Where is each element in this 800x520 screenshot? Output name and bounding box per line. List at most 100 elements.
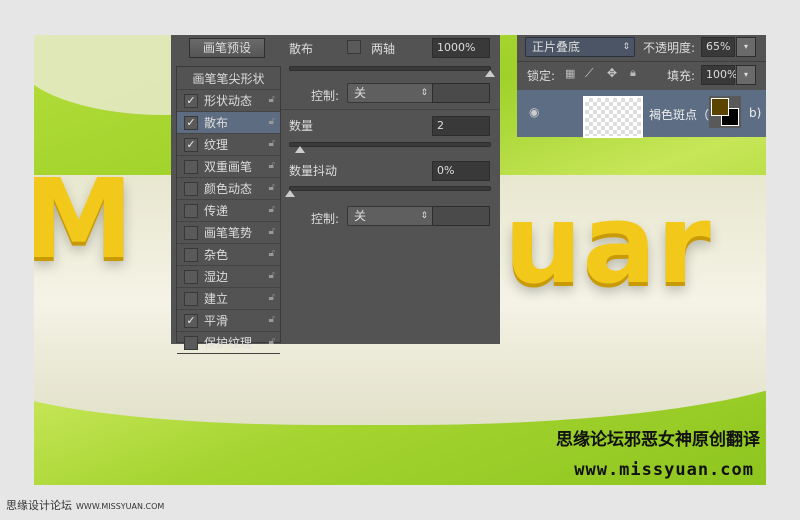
option-label: 杂色 xyxy=(204,248,229,262)
fill-dropdown-button[interactable]: ▾ xyxy=(736,65,756,85)
banana-letters-left: M xyxy=(34,155,134,283)
option-label: 湿边 xyxy=(204,270,229,284)
option-checkbox[interactable] xyxy=(184,225,198,240)
option-checkbox[interactable] xyxy=(184,181,198,196)
scatter-input[interactable]: 1000% xyxy=(432,38,490,58)
brush-option-item[interactable]: ✓ 平滑 🔓︎ xyxy=(177,310,280,332)
option-label: 形状动态 xyxy=(204,94,253,108)
lock-icon[interactable]: 🔓︎ xyxy=(269,314,275,325)
updown-icon: ⇕ xyxy=(420,211,428,221)
brush-option-item[interactable]: ✓ 纹理 🔓︎ xyxy=(177,134,280,156)
option-checkbox[interactable] xyxy=(184,247,198,262)
lock-icon[interactable]: 🔓︎ xyxy=(269,94,275,105)
control-label: 控制: xyxy=(311,89,340,103)
layers-panel: 正片叠底 ⇕ 不透明度: 65% ▾ 锁定: ▦ ⟋ ✥ 🔒︎ 填充: 100% … xyxy=(517,35,766,138)
control-select-value: 关 xyxy=(354,86,367,100)
lock-all-icon[interactable]: 🔒︎ xyxy=(630,66,636,80)
scatter-slider[interactable] xyxy=(289,66,495,77)
fill-label: 填充: xyxy=(667,69,696,83)
brush-tip-shape-item[interactable]: 画笔笔尖形状 xyxy=(177,67,280,90)
option-checkbox[interactable]: ✓ xyxy=(184,115,198,130)
option-checkbox[interactable] xyxy=(184,203,198,218)
control2-select[interactable]: 关 ⇕ xyxy=(347,206,433,226)
lock-label: 锁定: xyxy=(527,69,556,83)
brush-options-list: 画笔笔尖形状 ✓ 形状动态 🔓︎ ✓ 散布 🔓︎ ✓ 纹理 🔓︎ 双重画笔 🔓︎ 颜色动态 🔓︎ 传递 🔓︎… xyxy=(176,66,281,354)
option-checkbox[interactable] xyxy=(184,291,198,306)
control2-select-value: 关 xyxy=(354,209,367,223)
blend-mode-select[interactable]: 正片叠底 ⇕ xyxy=(525,37,635,57)
watermark-url: www.missyuan.com xyxy=(574,460,754,480)
count-slider[interactable] xyxy=(289,142,491,153)
brush-option-item[interactable]: 颜色动态 🔓︎ xyxy=(177,178,280,200)
lock-transparent-icon[interactable]: ▦ xyxy=(565,67,575,80)
lock-icon[interactable]: 🔓︎ xyxy=(269,248,275,259)
lock-paint-brush-icon[interactable]: ⟋ xyxy=(585,66,593,81)
option-checkbox[interactable]: ✓ xyxy=(184,93,198,108)
visibility-eye-icon[interactable]: ◉ xyxy=(529,105,539,119)
footer: 思缘设计论坛 WWW.MISSYUAN.COM xyxy=(6,497,164,513)
opacity-label: 不透明度: xyxy=(643,41,696,55)
watermark-title: 思缘论坛邪恶女神原创翻译 xyxy=(556,430,760,450)
layer-name-suffix: b) xyxy=(749,106,762,120)
brush-option-item[interactable]: 建立 🔓︎ xyxy=(177,288,280,310)
opacity-dropdown-button[interactable]: ▾ xyxy=(736,37,756,57)
divider xyxy=(281,109,500,110)
brush-preset-button[interactable]: 画笔预设 xyxy=(189,38,265,58)
option-checkbox[interactable] xyxy=(184,335,198,350)
brush-option-item[interactable]: ✓ 形状动态 🔓︎ xyxy=(177,90,280,112)
banana-letters-right: uar xyxy=(504,180,711,308)
lock-icon[interactable]: 🔓︎ xyxy=(269,270,275,281)
option-checkbox[interactable]: ✓ xyxy=(184,137,198,152)
lock-icon[interactable]: 🔓︎ xyxy=(269,292,275,303)
lock-icon[interactable]: 🔓︎ xyxy=(269,204,275,215)
count-label: 数量 xyxy=(289,119,314,133)
control2-label: 控制: xyxy=(311,212,340,226)
brush-option-item[interactable]: ✓ 散布 🔓︎ xyxy=(177,112,280,134)
count-input[interactable]: 2 xyxy=(432,116,490,136)
brush-option-item[interactable]: 湿边 🔓︎ xyxy=(177,266,280,288)
footer-site: 思缘设计论坛 xyxy=(6,499,72,512)
scatter-slider-thumb[interactable] xyxy=(485,70,495,77)
option-label: 纹理 xyxy=(204,138,229,152)
brush-panel: 画笔预设 画笔笔尖形状 ✓ 形状动态 🔓︎ ✓ 散布 🔓︎ ✓ 纹理 🔓︎ 双重画笔 🔓︎ 颜色动态 🔓… xyxy=(171,35,500,354)
scatter-label: 散布 xyxy=(289,42,314,56)
option-label: 传递 xyxy=(204,204,229,218)
layer-row[interactable]: ◉ 褐色斑点（： b) xyxy=(517,90,766,138)
option-label: 颜色动态 xyxy=(204,182,253,196)
lock-icon[interactable]: 🔓︎ xyxy=(269,138,275,149)
lock-icon[interactable]: 🔓︎ xyxy=(269,160,275,171)
lock-icon[interactable]: 🔓︎ xyxy=(269,182,275,193)
option-checkbox[interactable]: ✓ xyxy=(184,313,198,328)
control-value-box xyxy=(432,83,490,103)
option-label: 保护纹理 xyxy=(204,336,253,350)
count-slider-thumb[interactable] xyxy=(295,146,305,153)
both-axes-checkbox[interactable] xyxy=(347,40,361,54)
control-select[interactable]: 关 ⇕ xyxy=(347,83,433,103)
brush-option-item[interactable]: 杂色 🔓︎ xyxy=(177,244,280,266)
brush-option-item[interactable]: 双重画笔 🔓︎ xyxy=(177,156,280,178)
brush-option-item[interactable]: 保护纹理 🔓︎ xyxy=(177,332,280,354)
lock-icon[interactable]: 🔓︎ xyxy=(269,116,275,127)
count-jitter-slider-thumb[interactable] xyxy=(285,190,295,197)
count-jitter-slider[interactable] xyxy=(285,186,491,197)
lock-icon[interactable]: 🔓︎ xyxy=(269,336,275,347)
brush-option-item[interactable]: 传递 🔓︎ xyxy=(177,200,280,222)
option-label: 画笔笔势 xyxy=(204,226,253,240)
option-label: 散布 xyxy=(204,116,229,130)
option-label: 双重画笔 xyxy=(204,160,253,174)
layer-thumbnail[interactable] xyxy=(583,96,643,138)
option-label: 建立 xyxy=(204,292,229,306)
foreground-swatch[interactable] xyxy=(711,98,729,116)
color-swatches xyxy=(709,96,741,128)
brush-option-item[interactable]: 画笔笔势 🔓︎ xyxy=(177,222,280,244)
fill-input[interactable]: 100% xyxy=(701,65,737,85)
count-jitter-input[interactable]: 0% xyxy=(432,161,490,181)
option-checkbox[interactable] xyxy=(184,159,198,174)
opacity-input[interactable]: 65% xyxy=(701,37,735,57)
lock-move-icon[interactable]: ✥ xyxy=(607,66,617,80)
lock-icon[interactable]: 🔓︎ xyxy=(269,226,275,237)
control2-value-box xyxy=(432,206,490,226)
option-checkbox[interactable] xyxy=(184,269,198,284)
divider xyxy=(517,61,766,62)
option-label: 平滑 xyxy=(204,314,229,328)
